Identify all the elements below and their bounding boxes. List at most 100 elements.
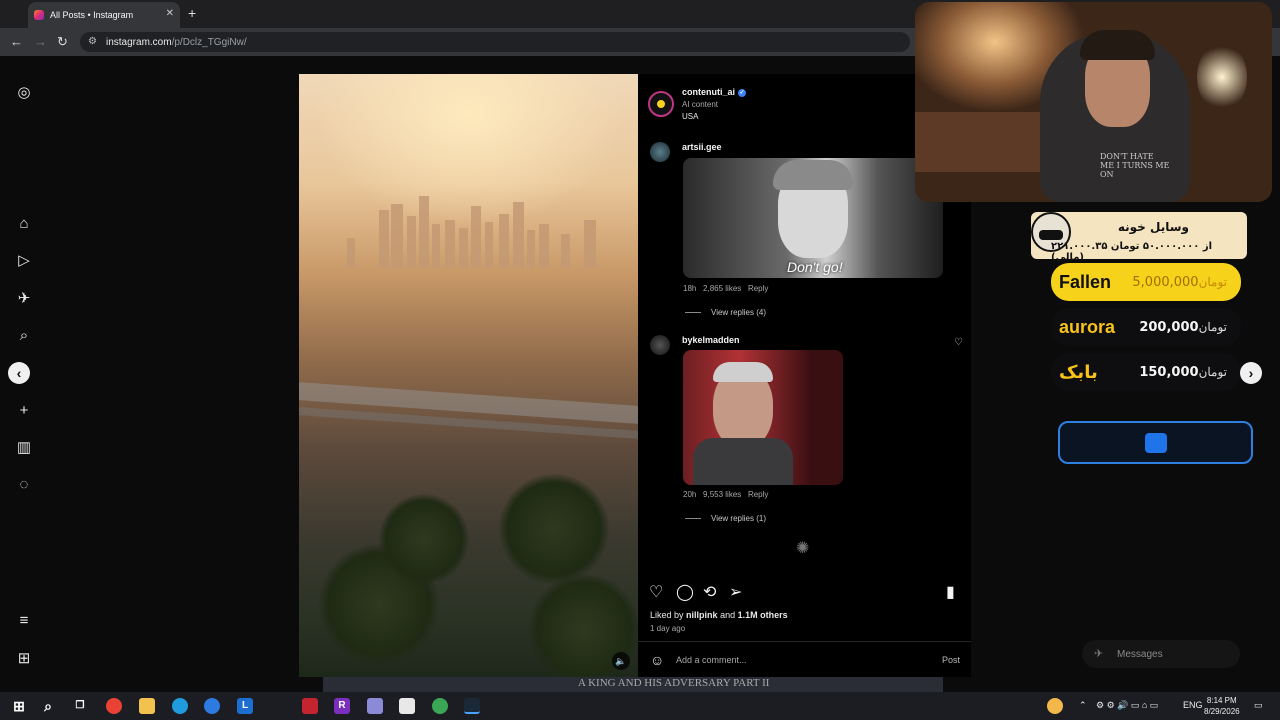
like-icon[interactable]: ♡ xyxy=(649,582,663,602)
forward-arrow-icon[interactable]: → xyxy=(34,34,47,49)
streamer-hair-graphic xyxy=(1080,30,1155,60)
donation-goal-progress: ۲۲۱.۰۰۰.۳۵ از ۵۰.۰۰۰.۰۰۰ تومان (مالی) xyxy=(1051,241,1213,263)
city-skyline-graphic xyxy=(347,196,596,268)
furniture-graphic xyxy=(915,112,1045,172)
url-host: instagram.com xyxy=(106,36,172,48)
site-settings-icon[interactable]: ⚙ xyxy=(88,36,97,47)
comment-icon[interactable]: ◯ xyxy=(676,582,694,602)
post-comment-button[interactable]: Post xyxy=(942,655,960,665)
notification-icon[interactable]: ▭ xyxy=(1254,700,1263,711)
gif-caption: Don't go! xyxy=(787,259,843,275)
donor-amount: تومان200,000 xyxy=(1139,318,1233,336)
comment-username[interactable]: artsii.gee xyxy=(682,142,722,152)
messages-button[interactable]: ✈ Messages xyxy=(1082,640,1240,668)
author-username[interactable]: contenuti_ai ✓ xyxy=(682,87,747,97)
comment-gif-leo[interactable]: Don't go! xyxy=(683,158,943,278)
donor-currency: تومان xyxy=(1198,365,1227,379)
app-icon[interactable] xyxy=(302,698,318,714)
view-replies-button[interactable]: View replies (1) xyxy=(685,514,766,523)
comment-likes[interactable]: 9,553 likes xyxy=(703,490,741,499)
liked-by-and: and xyxy=(720,610,736,620)
webcam-overlay: DON'T HATE ME I TURNS ME ON xyxy=(915,2,1272,202)
tray-app-icons[interactable]: ⚙ ⚙ 🔊 ▭ ⌂ ▭ xyxy=(1096,700,1158,711)
commenter-avatar[interactable] xyxy=(650,335,670,355)
tray-overflow-icon[interactable]: ⌃ xyxy=(1079,700,1087,711)
palm-tree-graphic xyxy=(499,474,609,584)
insights-icon[interactable]: ▥ xyxy=(15,439,33,457)
taskbar-search-icon[interactable]: ⌕ xyxy=(40,698,56,714)
donor-name: Fallen xyxy=(1059,271,1112,292)
palm-tree-graphic xyxy=(379,494,469,584)
like-comment-icon[interactable]: ♡ xyxy=(954,337,963,348)
threads-icon[interactable]: ◌ xyxy=(15,476,33,494)
share-icon[interactable]: ➢ xyxy=(729,582,742,602)
app-icon[interactable] xyxy=(367,698,383,714)
donation-goal-widget: وسایل خونه ۲۲۱.۰۰۰.۳۵ از ۵۰.۰۰۰.۰۰۰ توما… xyxy=(1031,212,1247,263)
wallet-icon xyxy=(1144,432,1167,453)
instagram-logo-icon[interactable]: ◎ xyxy=(15,84,33,102)
direct-messages-icon[interactable]: ✈ xyxy=(15,290,33,308)
comment-time: 18h xyxy=(683,284,697,293)
liked-by-user[interactable]: nillpink xyxy=(686,610,718,620)
mute-icon[interactable]: 🔈 xyxy=(612,652,630,670)
windows-taskbar: ⊞ ⌕ ❐ L R ⌃ ⚙ ⚙ 🔊 ▭ ⌂ ▭ ENG 8:14 PM 8/29… xyxy=(0,692,1280,720)
add-comment-input[interactable]: Add a comment... xyxy=(676,655,747,665)
donor-bar: Fallen تومان5,000,000 xyxy=(1051,263,1241,301)
donor-amount: تومان150,000 xyxy=(1139,363,1233,381)
chrome-profile-icon[interactable] xyxy=(432,698,448,714)
back-arrow-icon[interactable]: ← xyxy=(10,34,23,49)
comment-likes[interactable]: 2,865 likes xyxy=(703,284,741,293)
more-apps-icon[interactable]: ⊞ xyxy=(15,650,33,668)
reply-button[interactable]: Reply xyxy=(748,284,768,293)
language-indicator[interactable]: ENG xyxy=(1183,700,1203,710)
reply-button[interactable]: Reply xyxy=(748,490,768,499)
liked-by-others[interactable]: 1.1M others xyxy=(738,610,788,620)
instagram-favicon-icon xyxy=(34,10,44,20)
browser-tab[interactable]: All Posts • Instagram ✕ xyxy=(28,2,180,28)
task-view-icon[interactable]: ❐ xyxy=(72,698,88,714)
commenter-avatar[interactable] xyxy=(650,142,670,162)
app-icon[interactable]: L xyxy=(237,698,253,714)
view-replies-label: View replies (4) xyxy=(711,308,766,317)
background-window-title: A KING AND HIS ADVERSARY PART II xyxy=(578,677,770,689)
emoji-icon[interactable]: ☺ xyxy=(650,652,664,668)
steam-icon[interactable] xyxy=(464,698,480,714)
post-timestamp: 1 day ago xyxy=(650,624,686,633)
new-tab-button[interactable]: + xyxy=(188,5,196,21)
next-post-button[interactable]: › xyxy=(1240,362,1262,384)
create-icon[interactable]: + xyxy=(15,402,33,420)
messages-icon: ✈ xyxy=(1094,648,1104,660)
app-icon[interactable] xyxy=(399,698,415,714)
comment-username[interactable]: bykelmadden xyxy=(682,335,740,345)
tab-title: All Posts • Instagram xyxy=(50,10,134,20)
view-replies-button[interactable]: View replies (4) xyxy=(685,308,766,317)
repost-icon[interactable]: ⟲ xyxy=(703,582,716,602)
menu-icon[interactable]: ≡ xyxy=(15,612,33,630)
windows-start-icon[interactable]: ⊞ xyxy=(11,698,27,714)
divider xyxy=(638,641,971,642)
previous-post-button[interactable]: ‹ xyxy=(8,362,30,384)
edge-icon[interactable] xyxy=(172,698,188,714)
app-icon[interactable]: R xyxy=(334,698,350,714)
file-explorer-icon[interactable] xyxy=(139,698,155,714)
tab-close-icon[interactable]: ✕ xyxy=(166,8,174,19)
search-icon[interactable]: ⌕ xyxy=(15,327,33,345)
chrome-icon[interactable] xyxy=(106,698,122,714)
clock[interactable]: 8:14 PM 8/29/2026 xyxy=(1204,695,1240,717)
app-icon[interactable] xyxy=(204,698,220,714)
wallet-button[interactable] xyxy=(1058,421,1253,464)
reload-icon[interactable]: ↻ xyxy=(57,34,68,50)
donation-goal-title: وسایل خونه xyxy=(1117,220,1189,234)
url-bar[interactable]: ⚙ instagram.com/p/Dclz_TGgiNw/ xyxy=(80,32,910,52)
save-bookmark-icon[interactable]: ▮ xyxy=(946,582,955,602)
reels-icon[interactable]: ▷ xyxy=(15,252,33,270)
donor-amount-value: 200,000 xyxy=(1139,320,1199,335)
home-icon[interactable]: ⌂ xyxy=(15,215,33,233)
author-name[interactable]: contenuti_ai xyxy=(682,87,735,97)
donor-currency: تومان xyxy=(1198,320,1227,334)
author-avatar[interactable] xyxy=(648,91,674,117)
post-location[interactable]: USA xyxy=(682,112,698,121)
comment-gif-vince[interactable] xyxy=(683,350,843,485)
comment-meta: 18h 2,865 likes Reply xyxy=(683,284,768,293)
donor-amount-value: 5,000,000 xyxy=(1132,275,1199,290)
